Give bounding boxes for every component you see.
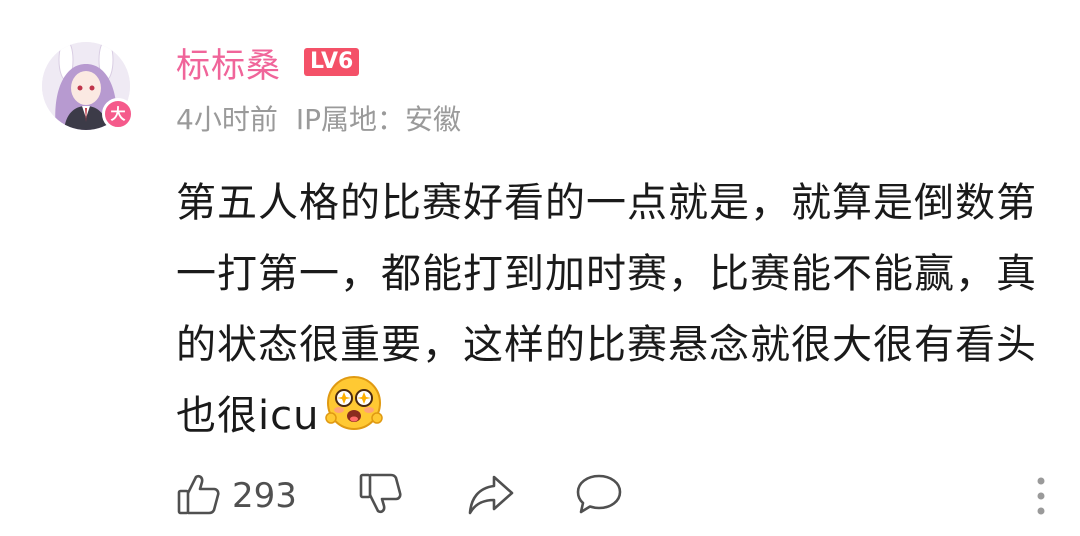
thumbs-down-icon[interactable]: [358, 471, 404, 521]
avatar-badge: 大: [102, 98, 134, 130]
comment-item: 大 标标桑 LV6 4小时前 IP属地：安徽 第五人格的比赛好看的一点就是，就算是…: [0, 0, 1080, 536]
avatar-container[interactable]: 大: [42, 42, 134, 134]
level-badge: LV6: [304, 48, 360, 76]
comment-text: 第五人格的比赛好看的一点就是，就算是倒数第一打第一，都能打到加时赛，比赛能不能赢…: [176, 168, 1046, 455]
ip-location: IP属地：安徽: [295, 103, 461, 136]
more-icon[interactable]: [1034, 474, 1048, 522]
share-icon[interactable]: [466, 471, 516, 521]
username[interactable]: 标标桑: [176, 38, 281, 87]
like-button[interactable]: 293: [176, 470, 297, 522]
thumbs-up-icon[interactable]: [176, 471, 222, 521]
reply-icon[interactable]: [574, 471, 624, 521]
like-count: 293: [232, 476, 297, 516]
share-button[interactable]: [466, 470, 516, 522]
comment-body: 第五人格的比赛好看的一点就是，就算是倒数第一打第一，都能打到加时赛，比赛能不能赢…: [176, 180, 1037, 439]
dislike-button[interactable]: [358, 470, 404, 522]
comment-time: 4小时前: [176, 103, 278, 136]
starry-eyed-emoji-icon: [325, 374, 384, 455]
reply-button[interactable]: [574, 470, 624, 522]
action-bar: 293: [176, 470, 1056, 522]
comment-meta: 4小时前 IP属地：安徽: [176, 98, 461, 138]
